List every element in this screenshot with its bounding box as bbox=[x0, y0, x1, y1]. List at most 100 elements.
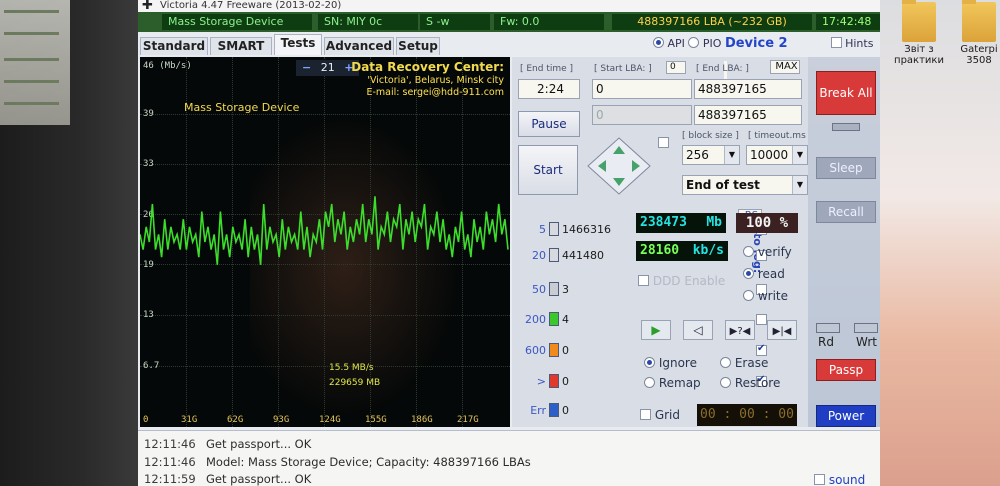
block-counter-row: >0 bbox=[518, 374, 767, 388]
pause-button[interactable]: Pause bbox=[518, 111, 580, 137]
speed-series-line bbox=[140, 196, 509, 265]
desktop: Звіт з практики Gaterpi 3508 bbox=[880, 0, 1000, 486]
block-threshold-label: 20 bbox=[532, 249, 546, 262]
ddd-checkbox[interactable] bbox=[638, 275, 649, 286]
block-counter-row: Err 0 bbox=[518, 403, 767, 417]
block-size-select[interactable]: 256 ▼ bbox=[682, 145, 740, 165]
zoom-minus-button[interactable]: − bbox=[299, 60, 314, 76]
start-lba-field[interactable]: 0 bbox=[592, 79, 692, 99]
start-lba-current: 0 bbox=[592, 105, 692, 125]
log-time: 12:11:59 bbox=[144, 472, 196, 486]
tab-tests[interactable]: Tests bbox=[274, 34, 322, 55]
max-button[interactable]: MAX bbox=[770, 60, 800, 74]
ignore-radio[interactable] bbox=[644, 357, 655, 368]
block-counter-row: 5 1466316 bbox=[518, 222, 767, 236]
folder-icon bbox=[902, 0, 936, 42]
ddd-enable[interactable]: DDD Enable bbox=[638, 274, 725, 288]
wrt-label: Wrt bbox=[856, 335, 877, 349]
read-radio[interactable] bbox=[743, 268, 754, 279]
block-color-swatch bbox=[549, 222, 559, 236]
mode-read[interactable]: read bbox=[743, 267, 785, 281]
tab-smart[interactable]: SMART bbox=[210, 37, 272, 55]
start-lba-zero-button[interactable]: 0 bbox=[666, 61, 686, 74]
repair-remap[interactable]: Remap bbox=[644, 376, 701, 390]
device-selector[interactable]: Device 2 bbox=[725, 36, 788, 51]
block-counter-row: 200 4 bbox=[518, 312, 767, 326]
tab-advanced[interactable]: Advanced bbox=[324, 37, 394, 55]
sound-label: sound bbox=[828, 473, 866, 486]
api-label: API bbox=[667, 37, 685, 50]
play-backward-button[interactable]: ◁ bbox=[683, 320, 713, 340]
log-line: 12:11:59 Get passport... OK bbox=[144, 472, 311, 486]
end-time-label: [ End time ] bbox=[520, 64, 574, 74]
sound-toggle[interactable]: sound bbox=[814, 473, 865, 486]
desktop-icon-folder[interactable]: Gaterpi 3508 bbox=[950, 0, 1000, 66]
write-radio[interactable] bbox=[743, 290, 754, 301]
drc-location: 'Victoria', Belarus, Minsk city bbox=[367, 75, 504, 86]
end-lba-field[interactable]: 488397165 bbox=[694, 79, 802, 99]
grid-toggle[interactable]: Grid bbox=[640, 408, 680, 422]
pio-radio[interactable] bbox=[688, 37, 700, 48]
butterfly-icon: ▶|◀ bbox=[772, 326, 792, 337]
passp-button[interactable]: Passp bbox=[816, 359, 876, 381]
wrt-indicator bbox=[854, 323, 878, 333]
end-action-value: End of test bbox=[686, 178, 760, 192]
rd-label: Rd bbox=[818, 335, 834, 349]
hints-checkbox[interactable] bbox=[830, 37, 842, 48]
restore-label: Restore bbox=[734, 376, 781, 390]
mode-write[interactable]: write bbox=[743, 289, 788, 303]
reverse-icon: ◁ bbox=[693, 323, 703, 337]
power-button[interactable]: Power bbox=[816, 405, 876, 427]
background-object bbox=[0, 0, 70, 125]
block-color-swatch bbox=[549, 374, 559, 388]
recall-button[interactable]: Recall bbox=[816, 201, 876, 223]
end-action-select[interactable]: End of test ▼ bbox=[682, 175, 808, 195]
block-counter-row: 20 441480 bbox=[518, 248, 767, 262]
app-icon: ✚ bbox=[142, 0, 153, 13]
desktop-icon-folder[interactable]: Звіт з практики bbox=[890, 0, 948, 66]
restore-radio[interactable] bbox=[720, 377, 731, 388]
verify-label: verify bbox=[757, 245, 792, 259]
chevron-down-icon: ▼ bbox=[792, 146, 807, 164]
block-count: 0 bbox=[562, 375, 569, 388]
sound-checkbox[interactable] bbox=[814, 474, 825, 485]
block-threshold-label: 600 bbox=[525, 344, 546, 357]
pio-label: PIO bbox=[702, 37, 722, 50]
sleep-button[interactable]: Sleep bbox=[816, 157, 876, 179]
log-line: 12:11:46 Get passport... OK bbox=[144, 437, 311, 451]
to-log-checkbox[interactable] bbox=[756, 343, 767, 356]
remap-radio[interactable] bbox=[644, 377, 655, 388]
log-panel: 12:11:46 Get passport... OK 12:11:46 Model… bbox=[138, 430, 880, 486]
tab-standard[interactable]: Standard bbox=[140, 37, 208, 55]
block-color-swatch bbox=[549, 312, 559, 326]
break-all-button[interactable]: Break All bbox=[816, 71, 876, 115]
tab-setup[interactable]: Setup bbox=[396, 37, 440, 55]
butterfly-button[interactable]: ▶|◀ bbox=[767, 320, 797, 340]
chevron-down-icon: ▼ bbox=[724, 146, 739, 164]
grid-label: Grid bbox=[654, 408, 681, 422]
repair-restore[interactable]: Restore bbox=[720, 376, 780, 390]
erase-radio[interactable] bbox=[720, 357, 731, 368]
random-seek-button[interactable]: ▶?◀ bbox=[725, 320, 755, 340]
to-log-checkbox[interactable] bbox=[756, 314, 767, 325]
s-field: S -w bbox=[420, 14, 490, 30]
log-time: 12:11:46 bbox=[144, 455, 196, 469]
erase-label: Erase bbox=[734, 356, 769, 370]
drc-title: Data Recovery Center: bbox=[351, 60, 504, 74]
mode-verify[interactable]: verify bbox=[743, 245, 792, 259]
navigation-pad[interactable] bbox=[586, 136, 652, 196]
folder-icon bbox=[962, 0, 996, 42]
dpad-checkbox[interactable] bbox=[658, 137, 669, 148]
grid-checkbox[interactable] bbox=[640, 409, 651, 420]
verify-radio[interactable] bbox=[743, 246, 754, 257]
block-color-swatch bbox=[549, 403, 559, 417]
read-label: read bbox=[757, 267, 785, 281]
victoria-window: ✚ Victoria 4.47 Freeware (2013-02-20) Ma… bbox=[138, 0, 880, 486]
repair-erase[interactable]: Erase bbox=[720, 356, 768, 370]
start-button[interactable]: Start bbox=[518, 145, 578, 195]
end-time-field[interactable]: 2:24 bbox=[518, 79, 580, 99]
timeout-select[interactable]: 10000 ▼ bbox=[746, 145, 808, 165]
repair-ignore[interactable]: Ignore bbox=[644, 356, 697, 370]
play-forward-button[interactable]: ▶ bbox=[641, 320, 671, 340]
api-radio[interactable] bbox=[653, 37, 664, 48]
